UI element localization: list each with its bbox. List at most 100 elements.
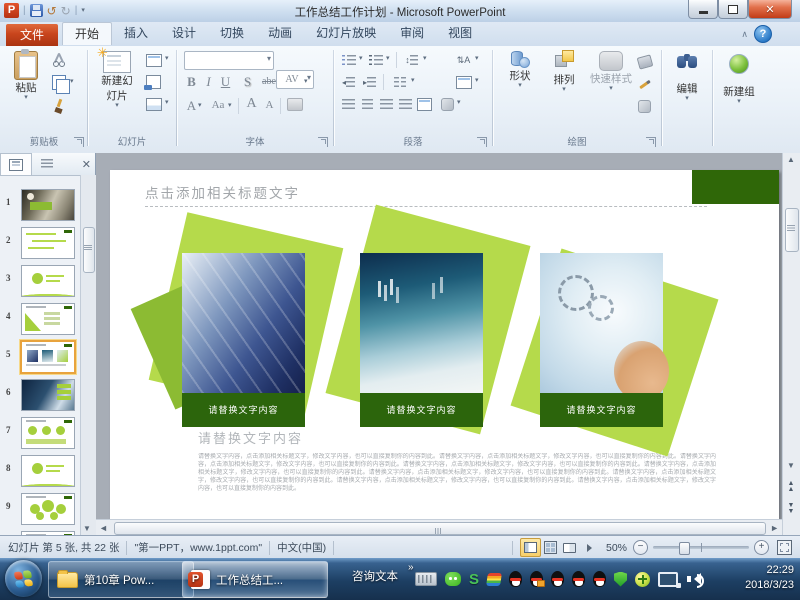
numbering-caret[interactable]: ▾ <box>386 56 390 62</box>
shape-effects-button[interactable] <box>636 98 653 114</box>
quick-styles-button[interactable]: 快速样式 ▾ <box>588 51 634 92</box>
input-keyboard-icon[interactable] <box>415 572 437 586</box>
font-name-combobox[interactable] <box>184 51 274 70</box>
accelerator-icon[interactable] <box>635 572 650 587</box>
taskbar-toolbar-text[interactable]: 咨询文本 <box>352 568 398 584</box>
tab-transitions[interactable]: 切换 <box>208 22 256 44</box>
columns-button[interactable] <box>391 74 408 90</box>
qq-icon-4[interactable] <box>572 571 585 587</box>
card-caption-2[interactable]: 请替换文字内容 <box>360 393 483 427</box>
fit-to-window-button[interactable] <box>777 540 792 555</box>
help-icon[interactable]: ? <box>754 25 772 43</box>
slideshow-view-button[interactable] <box>579 539 598 556</box>
tab-outline[interactable] <box>32 154 62 175</box>
qq-icon-3[interactable] <box>551 571 564 587</box>
volume-icon[interactable] <box>686 571 704 587</box>
shapes-button[interactable]: 形状 ▾ <box>500 51 540 89</box>
scroll-down-icon[interactable]: ▼ <box>784 461 798 470</box>
rainbow-icon[interactable] <box>486 573 502 586</box>
close-button[interactable]: ✕ <box>748 0 792 19</box>
restore-button[interactable] <box>718 0 748 19</box>
align-center-button[interactable] <box>359 96 376 112</box>
slide-thumbnail-4[interactable]: 4 <box>0 303 80 337</box>
paste-button[interactable]: 粘贴 ▾ <box>8 51 44 101</box>
slide-thumbnail-7[interactable]: 7 <box>0 417 80 451</box>
slide-layout-button[interactable] <box>145 52 162 68</box>
new-group-button[interactable]: 新建组 ▾ <box>718 54 760 105</box>
body-heading-placeholder[interactable]: 请替换文字内容 <box>198 428 303 447</box>
minimize-button[interactable] <box>688 0 718 19</box>
new-slide-caret[interactable]: ▾ <box>115 103 119 109</box>
wechat-icon[interactable] <box>445 572 461 586</box>
taskbar-item-powerpoint[interactable]: P 工作总结工... <box>182 561 328 598</box>
tab-home[interactable]: 开始 <box>62 22 112 45</box>
editing-caret[interactable]: ▾ <box>685 96 689 102</box>
bullets-caret[interactable]: ▾ <box>359 56 363 62</box>
section-caret[interactable]: ▾ <box>165 100 169 106</box>
align-left-button[interactable] <box>340 96 357 112</box>
tab-slides-thumbnails[interactable] <box>0 153 32 175</box>
decrease-indent-button[interactable]: ◂ <box>340 74 357 90</box>
panel-scroll-down-icon[interactable]: ▼ <box>83 524 91 533</box>
smartart-caret[interactable]: ▾ <box>457 100 461 106</box>
justify-button[interactable] <box>397 96 414 112</box>
slide-thumbnail-6[interactable]: 6 <box>0 379 80 413</box>
vertical-scrollbar-thumb[interactable] <box>785 208 799 252</box>
horizontal-scrollbar-thumb[interactable] <box>114 522 766 535</box>
slide-layout-caret[interactable]: ▾ <box>165 56 169 62</box>
qq-icon-1[interactable] <box>509 571 522 587</box>
network-icon[interactable] <box>658 572 678 587</box>
section-button[interactable] <box>145 96 162 112</box>
arrange-caret[interactable]: ▾ <box>562 87 566 93</box>
zoom-level[interactable]: 50% <box>606 542 627 554</box>
card-image-business[interactable] <box>182 253 305 393</box>
previous-slide-button[interactable]: ▲▲ <box>784 481 798 493</box>
change-case-caret[interactable]: ▾ <box>228 103 232 109</box>
tab-slideshow[interactable]: 幻灯片放映 <box>304 22 388 44</box>
card-caption-3[interactable]: 请替换文字内容 <box>540 393 663 427</box>
slide-title-placeholder[interactable]: 点击添加相关标题文字 <box>145 182 300 202</box>
increase-indent-button[interactable]: ▸ <box>361 74 378 90</box>
panel-scrollbar-thumb[interactable] <box>83 227 95 273</box>
collapse-ribbon-icon[interactable]: ∧ <box>741 29 748 40</box>
strikethrough-button[interactable]: abe <box>258 76 280 87</box>
character-spacing-caret[interactable]: ▾ <box>304 79 308 85</box>
font-dialog-launcher-icon[interactable] <box>318 137 328 147</box>
zoom-slider-track[interactable] <box>653 546 749 549</box>
line-spacing-button[interactable]: ↕ <box>403 52 420 68</box>
grow-font-button[interactable]: A <box>244 96 259 112</box>
language-indicator[interactable]: 中文(中国) <box>277 540 326 555</box>
font-color-button[interactable]: A <box>184 98 199 114</box>
columns-caret[interactable]: ▾ <box>411 78 415 84</box>
zoom-slider-thumb[interactable] <box>679 542 690 555</box>
clipboard-dialog-launcher-icon[interactable] <box>74 137 84 147</box>
sogou-icon[interactable]: S <box>469 571 479 588</box>
scroll-up-icon[interactable]: ▲ <box>784 155 798 164</box>
card-caption-1[interactable]: 请替换文字内容 <box>182 393 305 427</box>
shape-fill-button[interactable] <box>636 54 653 70</box>
panel-scrollbar[interactable]: ▼ <box>80 175 96 535</box>
toolbar-overflow-chevron[interactable]: » <box>408 562 414 573</box>
slide-thumbnail-5-selected[interactable]: 5 <box>0 341 80 375</box>
character-spacing-button[interactable]: AV <box>282 74 302 85</box>
card-image-gears[interactable] <box>540 253 663 393</box>
slide-thumbnail-3[interactable]: 3 <box>0 265 80 299</box>
cut-button[interactable] <box>50 52 67 68</box>
shrink-font-button[interactable]: A <box>262 99 277 111</box>
quick-styles-caret[interactable]: ▾ <box>609 86 613 92</box>
card-image-technology[interactable] <box>360 253 483 393</box>
text-shadow-button[interactable]: S <box>240 74 255 90</box>
paste-dropdown-caret[interactable]: ▾ <box>24 95 28 101</box>
tab-review[interactable]: 审阅 <box>388 22 436 44</box>
antivirus-shield-icon[interactable] <box>614 572 627 587</box>
taskbar-item-folder[interactable]: 第10章 Pow... <box>48 561 194 598</box>
line-spacing-caret[interactable]: ▾ <box>423 56 427 62</box>
change-case-button[interactable]: Aa <box>208 99 228 111</box>
paragraph-dialog-launcher-icon[interactable] <box>477 137 487 147</box>
taskbar-clock[interactable]: 22:29 2018/3/23 <box>745 563 794 593</box>
vertical-scrollbar[interactable]: ▲ ▼ ▲▲ ▼▼ <box>782 153 800 535</box>
align-text-caret[interactable]: ▾ <box>475 78 479 84</box>
slide-canvas[interactable]: 点击添加相关标题文字 请替换文字内容 请替换文字内容 请替换文字内容 请替换文字… <box>110 170 779 519</box>
zoom-out-button[interactable]: − <box>633 540 648 555</box>
scroll-right-icon[interactable]: ► <box>770 523 779 533</box>
